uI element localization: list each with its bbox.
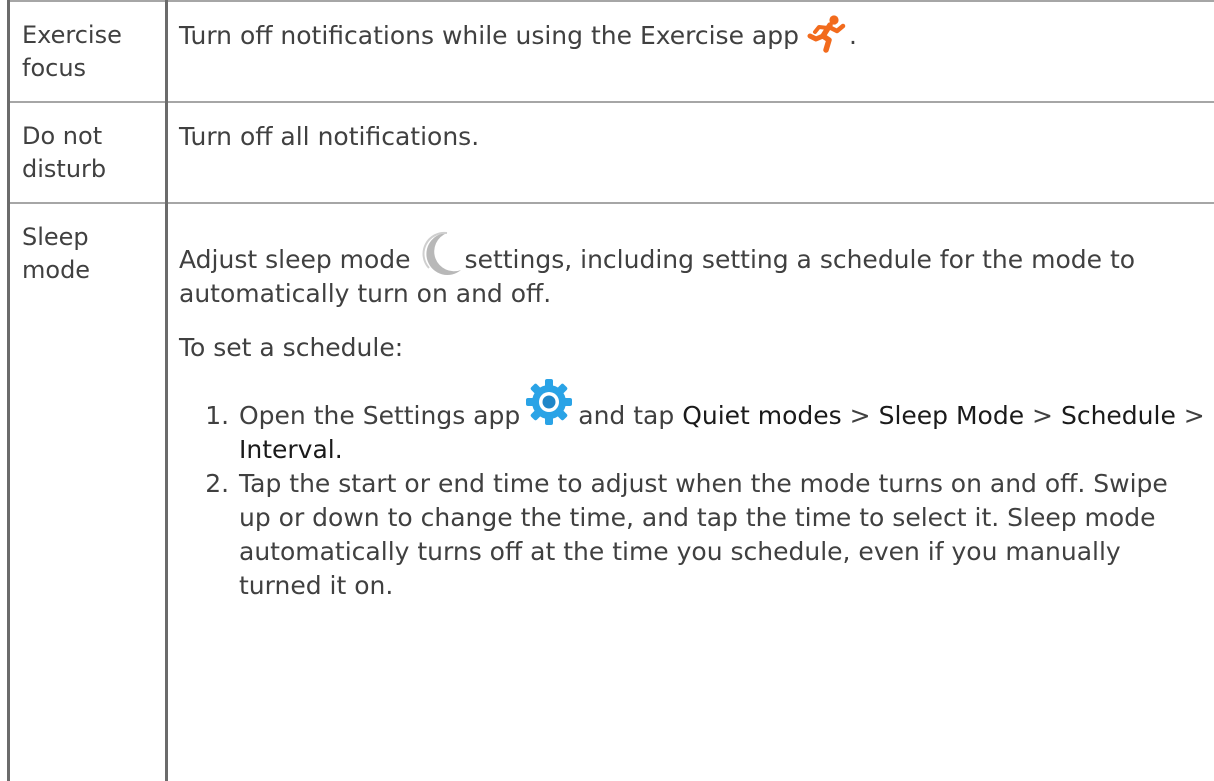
do-not-disturb-description: Turn off all notifications.	[179, 122, 479, 151]
term-cell: Sleep mode	[9, 203, 167, 781]
ui-term-interval: Interval.	[239, 435, 343, 464]
schedule-steps: Open the Settings app	[179, 399, 1206, 603]
table-row-exercise-focus: Exercise focus Turn off notifications wh…	[9, 1, 1214, 102]
ui-term-sleep-mode: Sleep Mode	[879, 401, 1025, 430]
exercise-focus-description: Turn off notifications while using the E…	[179, 21, 799, 50]
term-do-not-disturb: Do not disturb	[22, 122, 106, 183]
description-cell: Adjust sleep mode settings, including se…	[167, 203, 1214, 781]
term-sleep-mode: Sleep mode	[22, 223, 90, 284]
term-cell: Exercise focus	[9, 1, 167, 102]
step-item: Open the Settings app	[237, 399, 1206, 467]
quiet-modes-table: Exercise focus Turn off notifications wh…	[7, 0, 1214, 781]
running-figure-icon	[807, 14, 847, 54]
description-cell: Turn off notifications while using the E…	[167, 1, 1214, 102]
ui-term-quiet-modes: Quiet modes	[682, 401, 842, 430]
sleep-intro-before: Adjust sleep mode	[179, 245, 411, 274]
settings-gear-icon	[524, 377, 574, 427]
table-row-do-not-disturb: Do not disturb Turn off all notification…	[9, 102, 1214, 203]
ui-term-schedule: Schedule	[1061, 401, 1176, 430]
table-row-sleep-mode: Sleep mode Adjust sleep mode settings, i…	[9, 203, 1214, 781]
term-exercise-focus: Exercise focus	[22, 21, 122, 82]
description-cell: Turn off all notifications.	[167, 102, 1214, 203]
term-cell: Do not disturb	[9, 102, 167, 203]
moon-icon	[417, 230, 463, 276]
sleep-mode-intro: Adjust sleep mode settings, including se…	[179, 243, 1206, 311]
step-item: Tap the start or end time to adjust when…	[237, 467, 1206, 603]
exercise-focus-period: .	[849, 21, 857, 50]
schedule-lead: To set a schedule:	[179, 331, 1206, 365]
